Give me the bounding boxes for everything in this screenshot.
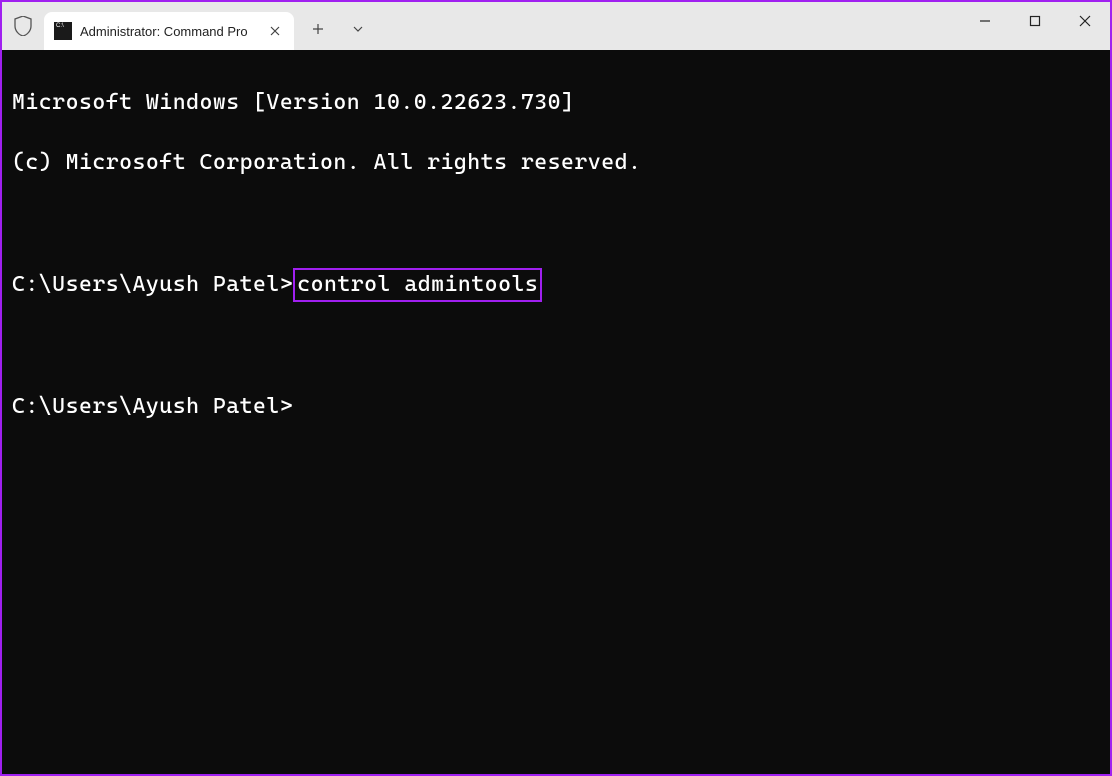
active-tab[interactable]: C:\ Administrator: Command Pro (44, 12, 294, 50)
window-controls (960, 2, 1110, 40)
terminal-blank-line (12, 332, 1100, 362)
tab-close-button[interactable] (266, 22, 284, 40)
maximize-button[interactable] (1010, 2, 1060, 40)
shield-icon (12, 15, 34, 37)
terminal-prompt: C:\Users\Ayush Patel> (12, 270, 293, 300)
tab-actions (298, 5, 378, 53)
terminal-area[interactable]: Microsoft Windows [Version 10.0.22623.73… (2, 50, 1110, 774)
terminal-output-line: (c) Microsoft Corporation. All rights re… (12, 148, 1100, 178)
terminal-prompt-line: C:\Users\Ayush Patel>control admintools (12, 268, 1100, 302)
tab-dropdown-button[interactable] (338, 11, 378, 47)
minimize-button[interactable] (960, 2, 1010, 40)
close-button[interactable] (1060, 2, 1110, 40)
highlighted-command: control admintools (293, 268, 542, 302)
terminal-prompt-line: C:\Users\Ayush Patel> (12, 392, 1100, 422)
titlebar-left: C:\ Administrator: Command Pro (2, 2, 378, 50)
terminal-blank-line (12, 208, 1100, 238)
tab-title: Administrator: Command Pro (80, 24, 258, 39)
titlebar: C:\ Administrator: Command Pro (2, 2, 1110, 50)
cmd-icon: C:\ (54, 22, 72, 40)
new-tab-button[interactable] (298, 11, 338, 47)
terminal-output-line: Microsoft Windows [Version 10.0.22623.73… (12, 88, 1100, 118)
